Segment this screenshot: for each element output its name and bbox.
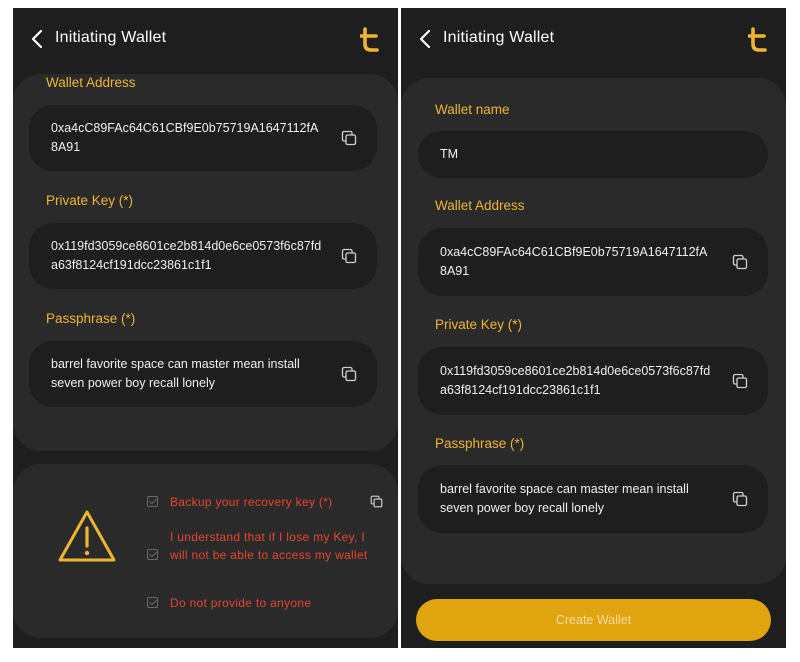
wallet-name-label: Wallet name (435, 102, 510, 117)
wallet-address-value: 0xa4cC89FAc64C61CBf9E0b75719A1647112fA8A… (440, 245, 708, 278)
wallet-address-label: Wallet Address (46, 75, 136, 90)
wallet-address-field[interactable]: 0xa4cC89FAc64C61CBf9E0b75719A1647112fA8A… (418, 228, 768, 296)
wallet-address-value: 0xa4cC89FAc64C61CBf9E0b75719A1647112fA8A… (51, 121, 319, 154)
private-key-label: Private Key (*) (46, 193, 134, 208)
private-key-field[interactable]: 0x119fd3059ce8601ce2b814d0e6ce0573f6c87f… (418, 347, 768, 415)
checklist-item-do-not-provide[interactable]: Do not provide to anyone (147, 594, 382, 612)
copy-icon[interactable] (370, 495, 383, 508)
checklist-text: Do not provide to anyone (170, 596, 312, 610)
passphrase-field[interactable]: barrel favorite space can master mean in… (29, 341, 377, 407)
private-key-field[interactable]: 0x119fd3059ce8601ce2b814d0e6ce0573f6c87f… (29, 223, 377, 289)
checklist-item-understand[interactable]: I understand that if I lose my Key, I wi… (147, 528, 382, 564)
passphrase-label: Passphrase (*) (46, 311, 136, 326)
logo-icon (748, 27, 767, 52)
confirmation-card: Backup your recovery key (*) I understan… (13, 464, 398, 638)
right-screen: Initiating Wallet Wallet name TM Wallet … (401, 8, 786, 648)
wallet-details-card: Wallet Address 0xa4cC89FAc64C61CBf9E0b75… (13, 74, 398, 451)
checkbox-icon[interactable] (147, 549, 158, 560)
wallet-name-value: TM (440, 147, 459, 161)
private-key-value: 0x119fd3059ce8601ce2b814d0e6ce0573f6c87f… (440, 364, 711, 397)
passphrase-field[interactable]: barrel favorite space can master mean in… (418, 465, 768, 533)
back-chevron-icon[interactable] (29, 28, 45, 50)
page-title: Initiating Wallet (443, 29, 555, 46)
logo-icon (360, 27, 379, 52)
checklist-text: I understand that if I lose my Key, I wi… (170, 530, 368, 562)
passphrase-label: Passphrase (*) (435, 436, 525, 451)
page-title: Initiating Wallet (55, 29, 167, 46)
passphrase-value: barrel favorite space can master mean in… (51, 357, 300, 390)
copy-icon[interactable] (341, 130, 357, 146)
copy-icon[interactable] (732, 491, 748, 507)
wallet-form-card: Wallet name TM Wallet Address 0xa4cC89FA… (401, 78, 786, 584)
copy-icon[interactable] (732, 254, 748, 270)
checkbox-icon[interactable] (147, 597, 158, 608)
copy-icon[interactable] (732, 373, 748, 389)
checklist-text: Backup your recovery key (*) (170, 495, 333, 509)
warning-triangle-icon (58, 510, 116, 562)
create-wallet-button[interactable]: Create Wallet (416, 599, 771, 641)
private-key-label: Private Key (*) (435, 317, 523, 332)
checklist-item-backup[interactable]: Backup your recovery key (*) (147, 493, 387, 511)
back-chevron-icon[interactable] (417, 28, 433, 50)
checkbox-icon[interactable] (147, 496, 158, 507)
copy-icon[interactable] (341, 248, 357, 264)
passphrase-value: barrel favorite space can master mean in… (440, 482, 689, 515)
top-bar: Initiating Wallet (401, 8, 786, 70)
wallet-address-label: Wallet Address (435, 198, 525, 213)
private-key-value: 0x119fd3059ce8601ce2b814d0e6ce0573f6c87f… (51, 239, 322, 272)
wallet-address-field[interactable]: 0xa4cC89FAc64C61CBf9E0b75719A1647112fA8A… (29, 105, 377, 171)
copy-icon[interactable] (341, 366, 357, 382)
wallet-name-input[interactable]: TM (418, 131, 768, 178)
left-screen: Initiating Wallet Wallet Address 0xa4cC8… (13, 8, 398, 648)
top-bar: Initiating Wallet (13, 8, 398, 70)
